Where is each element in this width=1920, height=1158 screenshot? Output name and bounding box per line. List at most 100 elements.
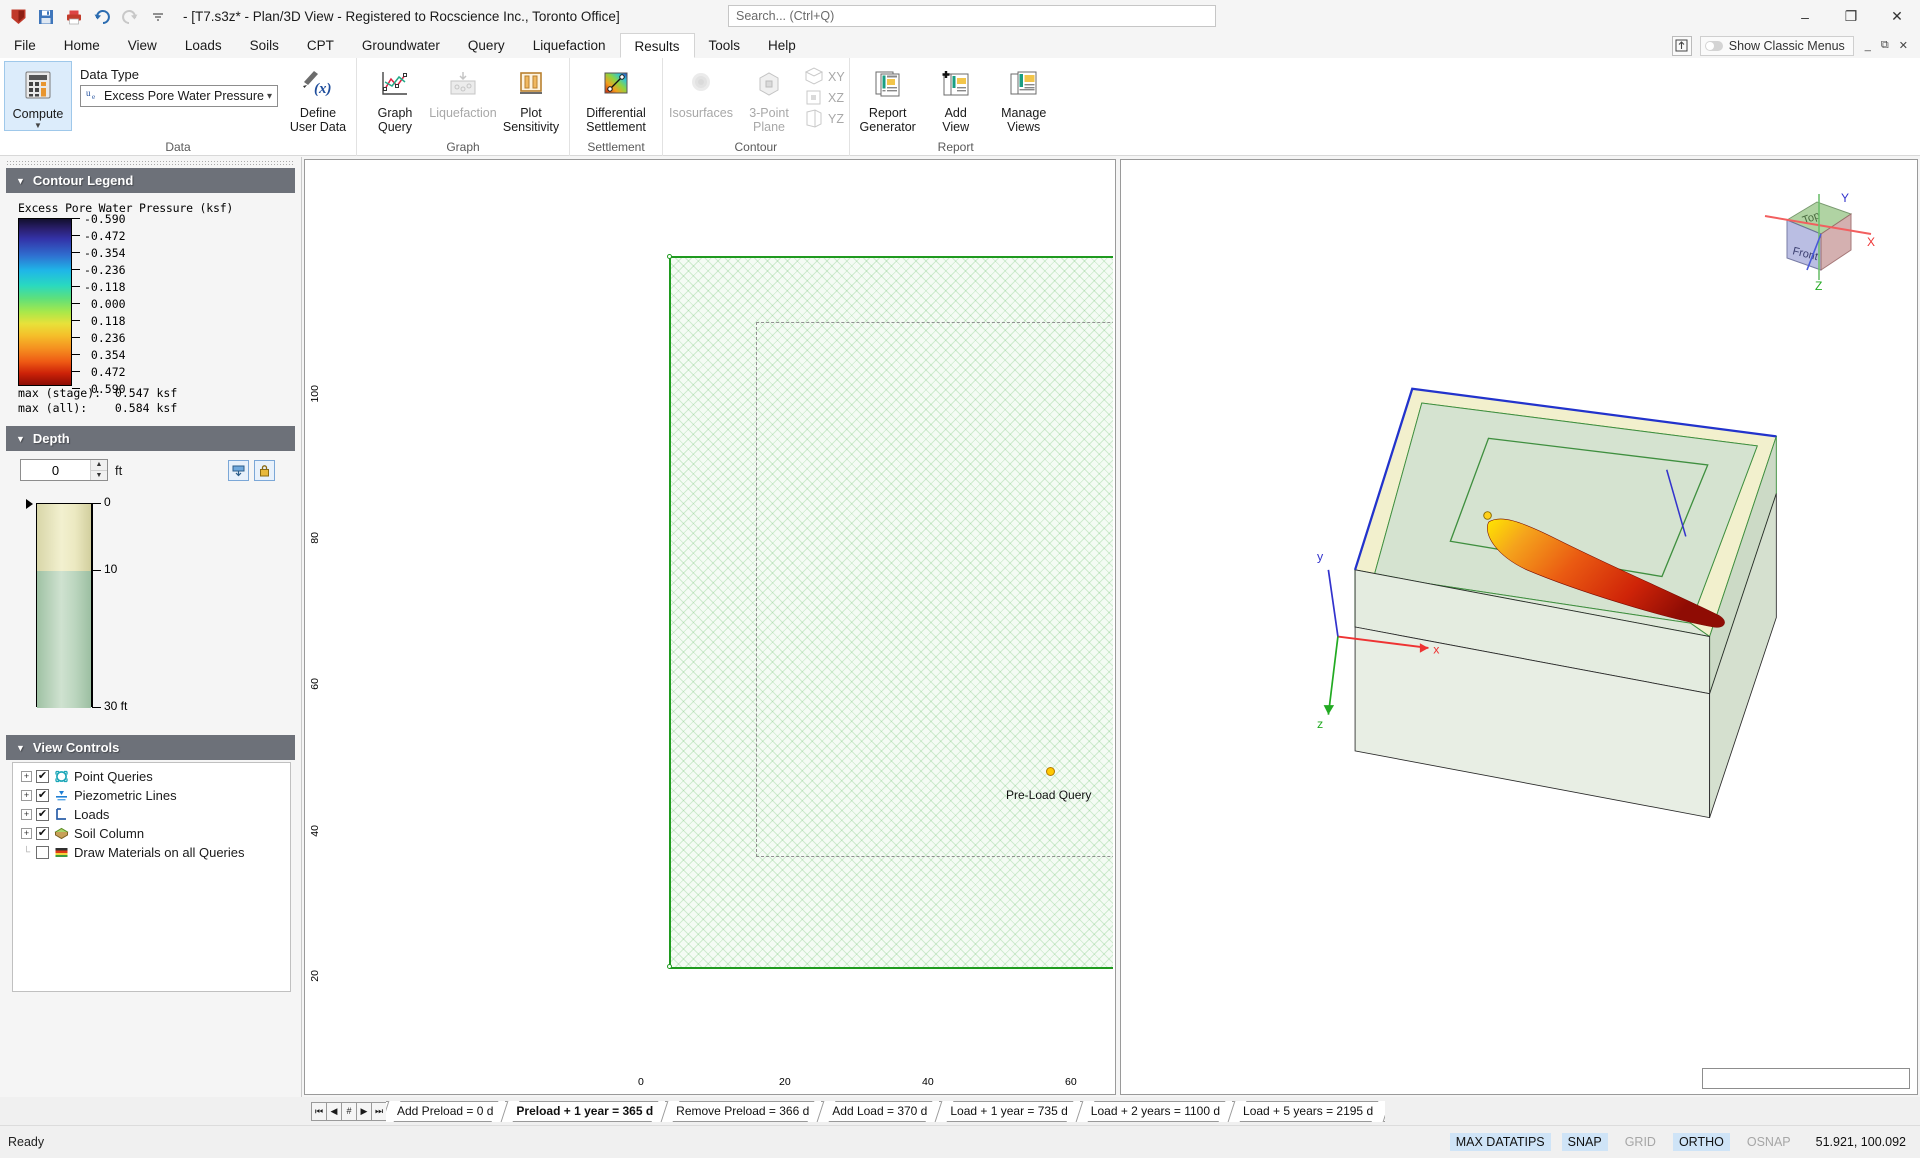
status-flag-snap[interactable]: SNAP — [1561, 1133, 1608, 1151]
ribbon-tab-help[interactable]: Help — [754, 33, 810, 58]
rectangular-load-outline[interactable] — [756, 322, 1113, 857]
depth-header[interactable]: ▼ Depth — [6, 426, 295, 451]
compute-dropdown-arrow-icon[interactable]: ▼ — [34, 121, 42, 130]
collapse-triangle-icon[interactable]: ▼ — [16, 434, 25, 444]
contour-legend-header[interactable]: ▼ Contour Legend — [6, 168, 295, 193]
close-button[interactable]: ✕ — [1874, 0, 1920, 33]
tree-item-label: Draw Materials on all Queries — [74, 845, 245, 860]
pre-load-query-point[interactable] — [1046, 767, 1055, 776]
stage-first-button[interactable]: ⏮ — [311, 1101, 327, 1121]
three-d-canvas[interactable]: x y z Top Front X Y Z — [1121, 160, 1917, 1094]
depth-stepper[interactable]: ▲ ▼ — [20, 459, 108, 481]
plan-view[interactable]: 0 20 40 60 80 100 0 20 40 60 80 100 — [304, 159, 1366, 1126]
compute-button[interactable]: Compute ▼ — [4, 61, 72, 131]
ribbon-tab-tools[interactable]: Tools — [695, 33, 755, 58]
ribbon-tab-results[interactable]: Results — [619, 33, 695, 58]
tree-item-piezometric-lines[interactable]: + Piezometric Lines — [15, 786, 288, 805]
expand-icon[interactable]: + — [21, 828, 32, 839]
tree-item-draw-materials[interactable]: └ Draw Materials on all Queries — [15, 843, 288, 862]
boundary-corner-handle[interactable] — [667, 964, 672, 969]
stage-tab-load-1-year[interactable]: Load + 1 year = 735 d — [939, 1100, 1081, 1122]
depth-body: ▲ ▼ ft — [6, 451, 295, 729]
stage-last-button[interactable]: ⏭ — [371, 1101, 387, 1121]
plane-xz-button: XZ — [803, 88, 845, 107]
compute-icon — [23, 66, 53, 104]
tree-item-loads[interactable]: + Loads — [15, 805, 288, 824]
collapse-triangle-icon[interactable]: ▼ — [16, 743, 25, 753]
loads-icon — [53, 807, 70, 822]
doc-restore-button[interactable]: ⧉ — [1878, 39, 1892, 52]
ribbon-tab-loads[interactable]: Loads — [171, 33, 236, 58]
tree-item-soil-column[interactable]: + Soil Column — [15, 824, 288, 843]
status-flag-ortho[interactable]: ORTHO — [1672, 1133, 1730, 1151]
ribbon-tab-cpt[interactable]: CPT — [293, 33, 348, 58]
show-classic-menus-toggle[interactable]: Show Classic Menus — [1699, 35, 1854, 56]
graph-query-button[interactable]: Graph Query — [361, 61, 429, 134]
stage-next-button[interactable]: ▶ — [356, 1101, 372, 1121]
collapse-triangle-icon[interactable]: ▼ — [16, 176, 25, 186]
search-input[interactable]: Search... (Ctrl+Q) — [728, 5, 1216, 27]
ribbon-tab-file[interactable]: File — [0, 33, 50, 58]
doc-minimize-button[interactable]: _ — [1862, 40, 1874, 52]
boundary-corner-handle[interactable] — [667, 254, 672, 259]
stage-tab-add-load[interactable]: Add Load = 370 d — [821, 1100, 941, 1122]
expand-icon[interactable]: + — [21, 790, 32, 801]
save-icon[interactable] — [35, 6, 57, 28]
plan-view-canvas[interactable]: Pre-Load Query Rectangular Load 2 Pre-Lo… — [334, 162, 1113, 1067]
stage-tab-remove-preload[interactable]: Remove Preload = 366 d — [665, 1100, 823, 1122]
undo-icon[interactable] — [91, 6, 113, 28]
tree-item-point-queries[interactable]: + Point Queries — [15, 767, 288, 786]
ribbon-pin-icon[interactable] — [1671, 35, 1692, 56]
ribbon-tab-soils[interactable]: Soils — [236, 33, 293, 58]
expand-icon[interactable]: + — [21, 771, 32, 782]
define-user-data-button[interactable]: (x) Define User Data — [284, 61, 352, 134]
view-controls-header[interactable]: ▼ View Controls — [6, 735, 295, 760]
depth-input[interactable] — [21, 460, 90, 480]
chevron-down-icon[interactable]: ▾ — [267, 91, 275, 102]
draw-materials-checkbox[interactable] — [36, 846, 49, 859]
ribbon-tab-home[interactable]: Home — [50, 33, 114, 58]
stage-number-button[interactable]: # — [341, 1101, 357, 1121]
coordinate-entry-field[interactable] — [1702, 1068, 1910, 1089]
stage-tab-preload-1-year[interactable]: Preload + 1 year = 365 d — [505, 1100, 667, 1122]
stage-prev-button[interactable]: ◀ — [326, 1101, 342, 1121]
doc-close-button[interactable]: ✕ — [1896, 39, 1911, 52]
expand-icon[interactable]: + — [21, 809, 32, 820]
dock-drag-handle[interactable] — [0, 157, 301, 168]
ribbon-tab-liquefaction[interactable]: Liquefaction — [519, 33, 620, 58]
print-icon[interactable] — [63, 6, 85, 28]
depth-lock-icon[interactable] — [254, 459, 275, 481]
report-generator-button[interactable]: Report Generator — [854, 61, 922, 134]
stage-tab-add-preload[interactable]: Add Preload = 0 d — [386, 1100, 507, 1122]
app-logo-icon[interactable] — [7, 6, 29, 28]
define-user-data-label: Define User Data — [289, 106, 347, 134]
stage-tab-load-2-years[interactable]: Load + 2 years = 1100 d — [1079, 1100, 1234, 1122]
plot-sensitivity-button[interactable]: Plot Sensitivity — [497, 61, 565, 134]
manage-views-button[interactable]: Manage Views — [990, 61, 1058, 134]
add-view-button[interactable]: Add View — [922, 61, 990, 134]
ribbon-tab-groundwater[interactable]: Groundwater — [348, 33, 454, 58]
differential-settlement-button[interactable]: Differential Settlement — [574, 61, 658, 134]
axis-orientation-cube[interactable]: Top Front X Y Z — [1759, 184, 1879, 294]
three-d-model[interactable]: x y z — [1121, 160, 1917, 1094]
three-d-view[interactable]: x y z Top Front X Y Z — [1120, 159, 1918, 1095]
minimize-button[interactable]: – — [1782, 0, 1828, 33]
point-queries-checkbox[interactable] — [36, 770, 49, 783]
ribbon-tab-query[interactable]: Query — [454, 33, 519, 58]
depth-decrement-button[interactable]: ▼ — [91, 469, 107, 480]
soil-column-preview[interactable]: 0 10 30 ft — [20, 493, 291, 723]
stage-tab-load-5-years[interactable]: Load + 5 years = 2195 d — [1232, 1100, 1386, 1122]
title-bar: - [T7.s3z* - Plan/3D View - Registered t… — [0, 0, 1920, 33]
status-flag-grid[interactable]: GRID — [1619, 1133, 1662, 1151]
status-flag-osnap[interactable]: OSNAP — [1741, 1133, 1797, 1151]
maximize-button[interactable]: ❐ — [1828, 0, 1874, 33]
depth-picker-icon[interactable] — [228, 459, 249, 481]
piezometric-lines-checkbox[interactable] — [36, 789, 49, 802]
soil-column-checkbox[interactable] — [36, 827, 49, 840]
qat-more-icon[interactable] — [147, 6, 169, 28]
loads-checkbox[interactable] — [36, 808, 49, 821]
data-type-combobox[interactable]: ue Excess Pore Water Pressure ▾ — [80, 85, 278, 107]
ribbon-tab-view[interactable]: View — [114, 33, 171, 58]
status-flag-max-datatips[interactable]: MAX DATATIPS — [1449, 1133, 1551, 1151]
depth-increment-button[interactable]: ▲ — [91, 460, 107, 470]
